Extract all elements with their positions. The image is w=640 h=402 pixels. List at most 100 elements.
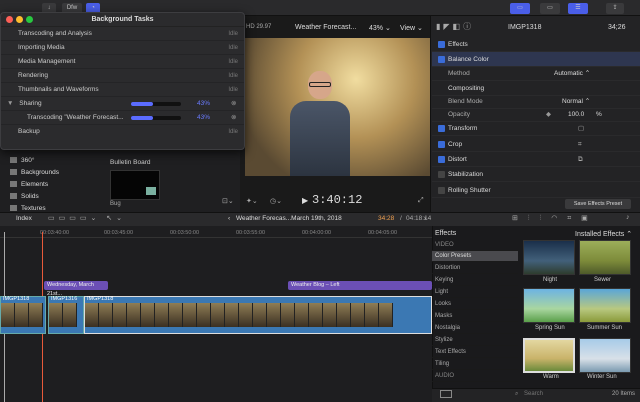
category-stylize[interactable]: Stylize — [432, 335, 518, 346]
category-audio[interactable]: AUDIO — [432, 371, 518, 382]
balance-color-row[interactable]: Balance Color — [432, 52, 640, 67]
viewer-title: Weather Forecast... — [295, 24, 357, 31]
index-button[interactable]: Index — [16, 215, 32, 222]
effect-label-spring-sun: Spring Sun — [535, 325, 565, 331]
browser-item-solids[interactable]: Solids — [10, 193, 39, 200]
cancel-icon[interactable]: ⊗ — [231, 111, 236, 125]
enhance-icon[interactable]: ✦⌄ — [246, 197, 258, 205]
zoom-icon[interactable] — [26, 16, 33, 23]
timeline-position: 34:28 — [378, 215, 395, 222]
checkbox-balance[interactable] — [438, 56, 445, 63]
inspector-tabs[interactable]: ▮◤◧ⓘ — [436, 21, 474, 32]
disclosure-icon[interactable]: ▼ — [1, 100, 13, 107]
share-button[interactable]: ⇪ — [606, 3, 624, 14]
task-importing[interactable]: Importing Media Idle — [1, 41, 244, 55]
timeline-view-controls[interactable]: ⊞ ⫶ ⫶ ◠ ⌗ ▣ — [512, 214, 592, 223]
folder-icon — [10, 193, 17, 200]
opacity-value[interactable]: 100.0 — [568, 107, 584, 122]
effect-thumb-spring-sun[interactable] — [523, 288, 575, 323]
clip-3[interactable] — [84, 296, 432, 334]
effect-thumb-winter-sun[interactable] — [579, 338, 631, 373]
task-media-management[interactable]: Media Management Idle — [1, 55, 244, 69]
task-backup[interactable]: Backup Idle — [1, 125, 244, 139]
effect-thumb-night[interactable] — [523, 240, 575, 275]
window-title: Background Tasks — [1, 13, 244, 27]
edit-tools[interactable]: ▭▭▭▭⌄ ↖⌄ — [48, 214, 126, 222]
back-icon[interactable]: ‹ — [228, 215, 230, 222]
category-distortion[interactable]: Distortion — [432, 263, 518, 274]
close-icon[interactable] — [6, 16, 13, 23]
folder-icon — [10, 157, 17, 164]
play-icon[interactable]: ▶ — [302, 196, 308, 205]
category-color-presets[interactable]: Color Presets — [432, 251, 518, 262]
category-keying[interactable]: Keying — [432, 275, 518, 286]
timecode-display[interactable]: 3:40:12 — [312, 193, 362, 207]
rolling-shutter-row[interactable]: Rolling Shutter — [432, 183, 640, 198]
search-field[interactable]: Search — [524, 391, 543, 397]
transcode-progress — [131, 116, 181, 120]
browser-item-elements[interactable]: Elements — [10, 181, 48, 188]
layout-button-3[interactable]: ☰ — [568, 3, 588, 14]
checkbox-transform[interactable] — [438, 125, 445, 132]
layout-button-1[interactable]: ▭ — [510, 3, 530, 14]
viewer-controls: ⊡⌄ ✦⌄ ◷⌄ ▶ 3:40:12 ⤢ — [222, 193, 430, 209]
forward-icon[interactable]: › — [424, 215, 426, 222]
crop-row[interactable]: Crop ⌗ — [432, 137, 640, 152]
minimize-icon[interactable] — [16, 16, 23, 23]
keyframe-icon[interactable]: ◆ — [546, 107, 551, 122]
category-text-effects[interactable]: Text Effects — [432, 347, 518, 358]
effects-row[interactable]: Effects — [432, 37, 640, 52]
item-count: 20 Items — [612, 391, 636, 397]
fullscreen-icon[interactable]: ⤢ — [418, 197, 424, 205]
timeline-duration: 04:18:14 — [406, 215, 432, 222]
checkbox-crop[interactable] — [438, 141, 445, 148]
transform-row[interactable]: Transform ▢ — [432, 121, 640, 136]
distort-row[interactable]: Distort ⧉ — [432, 152, 640, 167]
distort-icon[interactable]: ⧉ — [578, 152, 583, 167]
installed-effects-menu[interactable]: Installed Effects ⌃ — [575, 230, 632, 238]
zoom-menu[interactable]: 43% ⌄ — [369, 24, 391, 32]
checkbox-distort[interactable] — [438, 156, 445, 163]
opacity-row: Opacity ◆ 100.0% — [432, 107, 640, 122]
checkbox-effects[interactable] — [438, 41, 445, 48]
browser-item-textures[interactable]: Textures — [10, 205, 46, 212]
save-effects-preset-button[interactable]: Save Effects Preset — [565, 199, 631, 209]
category-light[interactable]: Light — [432, 287, 518, 298]
task-thumbnails[interactable]: Thumbnails and Waveforms Idle — [1, 83, 244, 97]
checkbox-rolling[interactable] — [438, 187, 445, 194]
effect-thumb-summer-sun[interactable] — [579, 288, 631, 323]
folder-icon — [10, 205, 17, 212]
crop-icon[interactable]: ⌗ — [578, 137, 582, 152]
timeline-title: Weather Forecas...March 19th, 2018 — [236, 215, 342, 222]
method-select[interactable]: Automatic ⌃ — [554, 66, 590, 81]
title-clip-2[interactable]: Weather Blog – Left — [288, 281, 432, 290]
timeline-separator: / — [400, 215, 402, 222]
layout-button-2[interactable]: ▭ — [540, 3, 560, 14]
audio-meter-icon[interactable]: ♪ — [626, 214, 630, 221]
inspector-clip-name: IMGP1318 — [508, 24, 542, 31]
transcode-progress-fill — [131, 116, 153, 120]
speed-icon[interactable]: ◷⌄ — [270, 197, 282, 205]
sidebar-toggle-icon[interactable] — [440, 390, 452, 398]
view-menu[interactable]: View ⌄ — [400, 24, 423, 32]
effect-thumb-sewer[interactable] — [579, 240, 631, 275]
category-nostalgia[interactable]: Nostalgia — [432, 323, 518, 334]
task-transcoding[interactable]: Transcoding and Analysis Idle — [1, 27, 244, 41]
category-video[interactable]: VIDEO — [432, 240, 518, 251]
stabilization-row[interactable]: Stabilization — [432, 167, 640, 182]
title-clip-1[interactable]: Wednesday, March 21st... — [44, 281, 108, 297]
browser-item-backgrounds[interactable]: Backgrounds — [10, 169, 59, 176]
category-masks[interactable]: Masks — [432, 311, 518, 322]
task-rendering[interactable]: Rendering Idle — [1, 69, 244, 83]
task-sharing-sub[interactable]: Transcoding "Weather Forecast... 43% ⊗ — [1, 111, 244, 125]
effect-thumb-warm[interactable] — [523, 338, 575, 373]
browser-item-360[interactable]: 360° — [10, 157, 34, 164]
transform-icon[interactable]: ⊡⌄ — [222, 197, 234, 205]
cancel-icon[interactable]: ⊗ — [231, 97, 236, 111]
category-looks[interactable]: Looks — [432, 299, 518, 310]
category-tiling[interactable]: Tiling — [432, 359, 518, 370]
checkbox-stabilization[interactable] — [438, 171, 445, 178]
clip-thumbnail[interactable] — [110, 170, 160, 200]
transform-icon[interactable]: ▢ — [578, 121, 584, 136]
task-sharing[interactable]: ▼ Sharing 43% ⊗ — [1, 97, 244, 111]
